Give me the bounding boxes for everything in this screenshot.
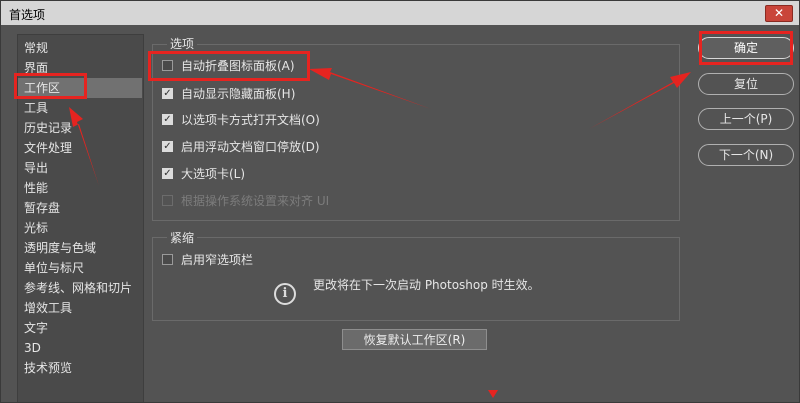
annotation-arrows	[69, 68, 691, 398]
annotation-arrow-sidebar	[69, 107, 99, 186]
annotation-arrow-ok	[589, 72, 691, 129]
annotation-marker-bottom	[488, 390, 498, 398]
preferences-dialog: 首选项 ✕ 常规 界面 工作区 工具 历史记录 文件处理 导出 性能 暂存盘 光…	[0, 0, 800, 403]
annotation-arrow-option	[309, 68, 431, 109]
